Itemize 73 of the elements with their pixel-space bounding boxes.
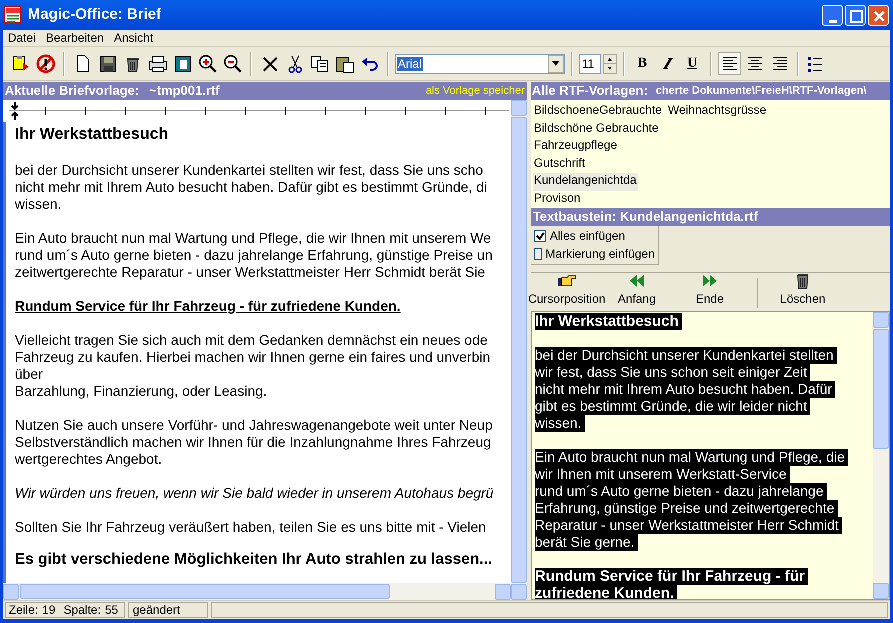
underline-button[interactable]: U <box>681 52 704 75</box>
template-item[interactable]: Kundelangenichtda <box>533 173 638 190</box>
text-line: nicht mehr mit Ihrem Auto besucht haben. Dafür gibt es bestimmt Gründe, di <box>15 179 488 196</box>
snippet-title: Textbaustein: Kundelangenichtda.rtf <box>533 208 758 226</box>
maximize-icon <box>850 10 863 22</box>
status-label: Zeile: <box>9 602 38 619</box>
vertical-scrollbar[interactable] <box>873 312 889 599</box>
align-left-button[interactable] <box>718 52 741 75</box>
header-label: Aktuelle Briefvorlage: <box>5 82 140 100</box>
text-line: zeitwertgerechte Reparatur - unser Werkstattmeister Herr Schmidt berät Sie <box>15 264 486 281</box>
copy-icon[interactable] <box>310 54 330 74</box>
template-icon[interactable] <box>10 54 30 74</box>
scroll-thumb[interactable] <box>873 329 889 449</box>
status-text: geändert <box>128 602 208 618</box>
menu-item[interactable]: Datei <box>4 29 40 47</box>
text-line: wertgerechtes Angebot. <box>15 451 162 468</box>
minimize-button[interactable] <box>822 4 843 26</box>
checkbox[interactable] <box>534 230 546 242</box>
hand-button[interactable]: Cursorposition <box>531 272 603 308</box>
menu-item[interactable]: Bearbeiten <box>42 29 108 47</box>
text-line: Es gibt verschiedene Möglichkeiten Ihr Auto strahlen zu lassen... <box>15 550 492 570</box>
header-label: Alle RTF-Vorlagen: <box>532 82 648 100</box>
document-icon <box>4 6 22 24</box>
save-icon[interactable] <box>98 54 118 74</box>
text-line: wissen. <box>15 196 62 213</box>
menu-item[interactable]: Ansicht <box>110 29 158 47</box>
trash-button[interactable]: Löschen <box>758 272 848 308</box>
text-line: Rundum Service für Ihr Fahrzeug - für zufriedene Kunden. <box>15 298 401 315</box>
text-line: bei der Durchsicht unserer Kundenkartei stellten wir fest, dass Sie uns scho <box>15 162 484 179</box>
text-line: Ein Auto braucht nun mal Wartung und Pflege, die wir Ihnen mit unserem We <box>15 230 492 247</box>
text-line: Barzahlung, Finanzierung, oder Leasing. <box>15 383 268 400</box>
scroll-thumb[interactable] <box>20 584 390 599</box>
text-line: Selbstverständlich machen wir Ihnen für die Inzahlungnahme Ihres Fahrzeug <box>15 434 492 451</box>
maximize-button[interactable] <box>845 4 866 26</box>
template-item[interactable]: Gutschrift <box>533 156 586 173</box>
bold-button[interactable]: B <box>631 52 654 75</box>
close-button[interactable] <box>868 4 889 26</box>
save-template-link[interactable]: als Vorlage speicher <box>426 82 525 100</box>
text-line: rund um´s Auto gerne bieten - dazu jahrelange Erfahrung, günstige Preise un <box>15 247 493 264</box>
text-line: Nutzen Sie auch unsere Vorführ- und Jahreswagenangebote weit unter Neup <box>15 417 493 434</box>
font-dropdown[interactable]: Arial <box>395 54 565 74</box>
template-item[interactable]: Fahrzeugpflege <box>533 138 618 156</box>
status-label: Spalte: <box>64 602 102 619</box>
text-line: Sollten Sie Ihr Fahrzeug veräußert haben, teilen Sie es uns bitte mit - Vielen <box>15 519 486 536</box>
printer-icon[interactable] <box>148 54 168 74</box>
page-preview-icon[interactable] <box>172 54 192 74</box>
font-size-field[interactable]: 11 <box>579 54 601 74</box>
zoom-out-icon[interactable] <box>222 54 242 74</box>
template-item[interactable]: Provison <box>533 190 582 208</box>
minimize-icon <box>829 20 837 22</box>
checkbox[interactable] <box>534 248 542 260</box>
status-value: 19 <box>42 602 56 619</box>
folder-path: cherte Dokumente\FreieH\RTF-Vorlagen\ <box>656 84 867 99</box>
end-button[interactable]: Ende <box>671 272 749 308</box>
text-line: Ihr Werkstattbesuch <box>15 125 169 145</box>
horizontal-scrollbar[interactable] <box>3 583 511 600</box>
text-line: Wir würden uns freuen, wenn wir Sie bald wieder in unserem Autohaus begrü <box>15 485 494 502</box>
window-title: Magic-Office: Brief <box>28 4 162 25</box>
file-name: ~tmp001.rtf <box>149 82 220 100</box>
template-item[interactable]: Weihnachtsgrüsse <box>667 103 768 120</box>
size-spinner[interactable] <box>603 54 617 74</box>
checkbox-label: Markierung einfügen <box>546 246 655 263</box>
stop-icon[interactable] <box>36 54 56 74</box>
text-line: Fahrzeug zu kaufen. Hierbei machen wir Ihnen gerne ein faires und unverbin <box>15 349 491 366</box>
font-name: Arial <box>397 56 424 70</box>
status-value: 55 <box>105 602 118 619</box>
zoom-in-icon[interactable] <box>198 54 218 74</box>
template-item[interactable]: BildschoeneGebrauchte <box>533 103 664 120</box>
close-icon <box>874 10 886 22</box>
checkbox-label: Alles einfügen <box>550 228 626 245</box>
text-line: über <box>15 366 44 383</box>
template-item[interactable]: Bildschöne Gebrauchte <box>533 120 660 138</box>
text-line: Vielleicht tragen Sie sich auch mit dem Gedanken demnächst ein neues ode <box>15 332 488 349</box>
